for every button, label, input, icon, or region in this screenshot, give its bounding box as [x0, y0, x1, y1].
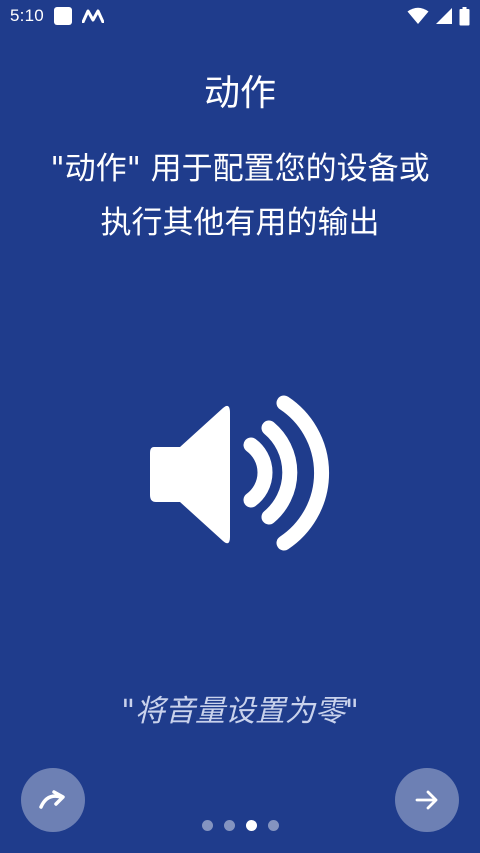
- status-time: 5:10: [10, 6, 44, 25]
- page-title: 动作: [203, 73, 276, 114]
- arrow-right-icon: [415, 790, 438, 810]
- page-indicator-dot: [245, 820, 257, 831]
- description-line-1: "动作" 用于配置您的设备或: [50, 151, 430, 187]
- wifi-icon: [407, 7, 429, 24]
- square-notification-icon: [53, 7, 72, 25]
- redo-arrow-icon: [39, 790, 65, 809]
- page-indicator-dot: [267, 820, 279, 831]
- page-description: "动作" 用于配置您的设备或 执行其他有用的输出: [20, 142, 460, 250]
- speaker-volume-icon: [150, 395, 330, 551]
- page-indicator-dot: [201, 820, 213, 831]
- app-logo-icon: [81, 9, 104, 23]
- battery-icon: [459, 6, 470, 25]
- page-indicator-dot: [223, 820, 235, 831]
- description-line-2: 执行其他有用的输出: [100, 205, 380, 241]
- example-action-text: "将音量设置为零": [121, 694, 359, 729]
- status-bar: 5:10: [0, 0, 480, 32]
- next-button[interactable]: [395, 768, 459, 832]
- cellular-signal-icon: [436, 8, 452, 24]
